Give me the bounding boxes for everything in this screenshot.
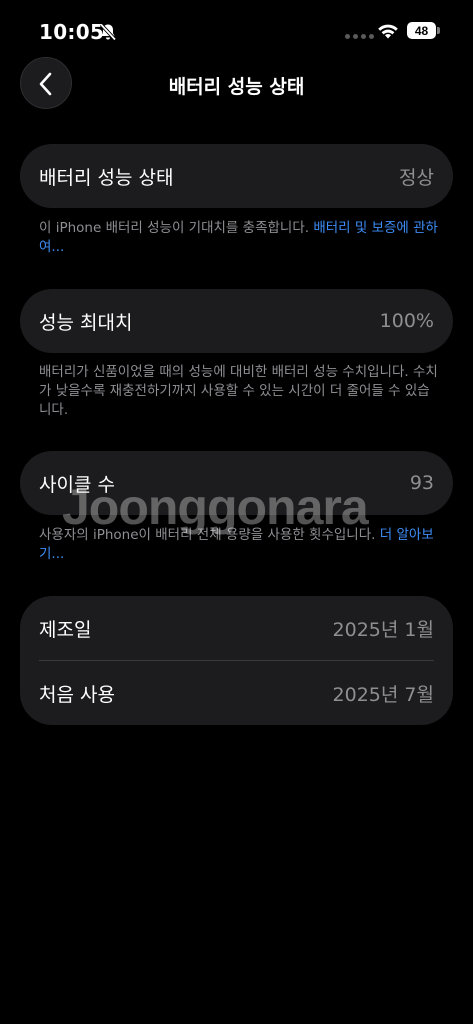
battery-health-label: 배터리 성능 상태 — [39, 166, 174, 189]
manufacture-date-label: 제조일 — [39, 618, 92, 641]
wifi-icon — [378, 24, 398, 39]
page-title: 배터리 성능 상태 — [168, 76, 305, 98]
battery-level: 48 — [407, 22, 436, 39]
cycle-count-caption-text: 사용자의 iPhone이 배터리 전체 용량을 사용한 횟수입니다. — [39, 527, 380, 543]
maximum-capacity-card: 성능 최대치 100% — [20, 289, 453, 353]
battery-health-row: 배터리 성능 상태 정상 — [20, 144, 453, 208]
cycle-count-caption: 사용자의 iPhone이 배터리 전체 용량을 사용한 횟수입니다. 더 알아보… — [39, 526, 439, 564]
manufacture-date-row: 제조일 2025년 1월 — [20, 596, 453, 660]
first-use-value: 2025년 7월 — [332, 683, 434, 706]
maximum-capacity-value: 100% — [379, 310, 434, 332]
cycle-count-card: 사이클 수 93 — [20, 451, 453, 515]
maximum-capacity-label: 성능 최대치 — [39, 311, 133, 334]
battery-health-card: 배터리 성능 상태 정상 — [20, 144, 453, 208]
first-use-label: 처음 사용 — [39, 683, 115, 706]
maximum-capacity-caption: 배터리가 신품이었을 때의 성능에 대비한 배터리 성능 수치입니다. 수치가 … — [39, 364, 438, 418]
battery-health-caption: 이 iPhone 배터리 성능이 기대치를 충족합니다. 배터리 및 보증에 관… — [39, 219, 439, 257]
battery-icon: 48 — [407, 22, 441, 41]
battery-health-caption-text: 이 iPhone 배터리 성능이 기대치를 충족합니다. — [39, 220, 314, 236]
status-time: 10:05 — [39, 20, 105, 44]
first-use-row: 처음 사용 2025년 7월 — [20, 661, 453, 725]
manufacture-date-value: 2025년 1월 — [332, 618, 434, 641]
maximum-capacity-row: 성능 최대치 100% — [20, 289, 453, 353]
dates-card: 제조일 2025년 1월 처음 사용 2025년 7월 — [20, 596, 453, 725]
battery-health-value: 정상 — [399, 166, 434, 189]
cycle-count-label: 사이클 수 — [39, 473, 115, 496]
cellular-signal-icon — [345, 34, 374, 39]
cycle-count-value: 93 — [409, 472, 434, 494]
cycle-count-row: 사이클 수 93 — [20, 451, 453, 515]
status-bar: 10:05 48 — [0, 0, 473, 60]
silent-bell-icon — [99, 23, 117, 41]
